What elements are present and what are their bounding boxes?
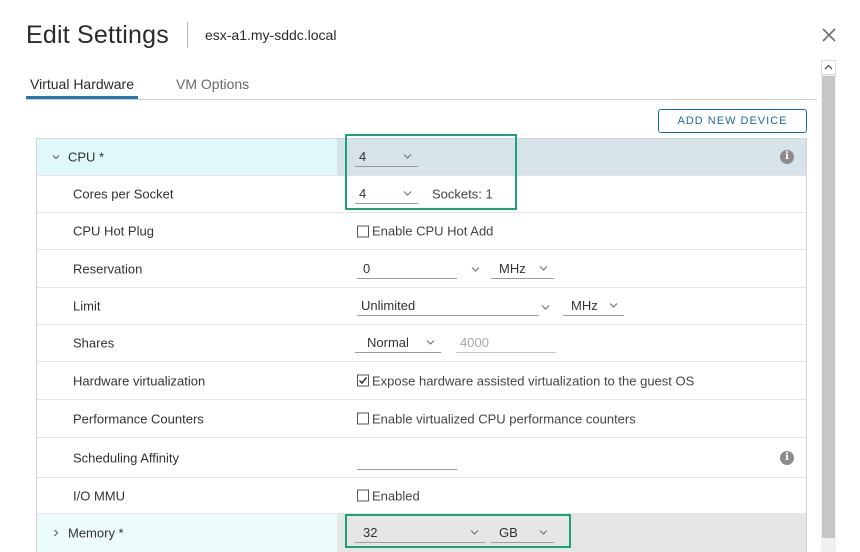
scheduling-affinity-row: Scheduling Affinity i [37,438,806,478]
cpu-hot-plug-row: CPU Hot Plug Enable CPU Hot Add [37,213,806,250]
reservation-unit-value: MHz [499,260,526,276]
reservation-row: Reservation 0 MHz [37,250,806,288]
chevron-down-icon[interactable] [471,266,480,273]
shares-row: Shares Normal 4000 [37,325,806,362]
scrollbar-thumb[interactable] [822,76,835,538]
cpu-label: CPU * [68,149,105,165]
hardware-virtualization-toggle[interactable]: Expose hardware assisted virtualization … [357,373,694,388]
performance-counters-checkbox-label: Enable virtualized CPU performance count… [372,411,636,426]
shares-level-value: Normal [367,335,409,350]
vertical-scrollbar[interactable] [821,60,836,552]
scroll-up-button[interactable] [821,60,836,75]
shares-value-input[interactable]: 4000 [456,333,556,353]
io-mmu-checkbox-label: Enabled [372,488,420,503]
host-name: esx-a1.my-sddc.local [204,27,337,43]
cpu-highlight-box [345,134,517,210]
limit-row: Limit Unlimited MHz [37,288,806,325]
title-divider [186,22,188,48]
info-icon[interactable]: i [780,150,794,164]
shares-value: 4000 [460,335,489,350]
cpu-hot-add-label: Enable CPU Hot Add [372,223,494,239]
scheduling-affinity-input[interactable] [357,450,457,470]
hardware-virtualization-row: Hardware virtualization Expose hardware … [37,362,806,400]
chevron-down-icon [539,265,548,271]
reservation-unit-select[interactable]: MHz [491,259,554,279]
io-mmu-toggle[interactable]: Enabled [357,488,420,503]
checkmark-icon [358,377,368,385]
scheduling-affinity-label: Scheduling Affinity [73,450,179,465]
chevron-down-icon[interactable] [51,152,61,162]
limit-value: Unlimited [361,298,416,313]
limit-input[interactable]: Unlimited [357,296,539,316]
hardware-virtualization-label: Hardware virtualization [73,373,206,388]
chevron-down-icon [609,303,618,308]
chevron-up-icon [824,64,833,70]
dialog-title: Edit Settings [26,20,169,49]
hardware-virtualization-checkbox[interactable] [357,374,369,387]
dialog-header: Edit Settings esx-a1.my-sddc.local [26,18,336,52]
shares-level-select[interactable]: Normal [355,333,441,353]
reservation-input[interactable]: 0 [357,259,457,279]
cpu-hot-add-toggle[interactable]: Enable CPU Hot Add [357,224,493,239]
chevron-down-icon[interactable] [541,304,550,311]
close-icon[interactable] [820,26,838,44]
hardware-virtualization-checkbox-label: Expose hardware assisted virtualization … [372,373,695,388]
io-mmu-label: I/O MMU [73,488,125,503]
cpu-hot-plug-label: CPU Hot Plug [73,223,154,239]
io-mmu-row: I/O MMU Enabled [37,478,806,514]
tab-virtual-hardware[interactable]: Virtual Hardware [25,76,139,99]
reservation-value: 0 [363,260,371,276]
cores-per-socket-label: Cores per Socket [73,186,174,202]
performance-counters-toggle[interactable]: Enable virtualized CPU performance count… [357,411,636,426]
shares-label: Shares [73,335,115,351]
tab-vm-options[interactable]: VM Options [176,76,249,92]
performance-counters-label: Performance Counters [73,411,204,426]
memory-highlight-box [345,514,571,548]
tab-bar: Virtual Hardware VM Options [25,70,817,100]
limit-unit-value: MHz [571,298,598,313]
performance-counters-row: Performance Counters Enable virtualized … [37,400,806,438]
chevron-right-icon[interactable] [51,528,61,538]
reservation-label: Reservation [73,261,143,276]
performance-counters-checkbox[interactable] [357,412,369,425]
cpu-hot-add-checkbox[interactable] [357,225,369,237]
chevron-down-icon [426,340,435,345]
io-mmu-checkbox[interactable] [357,489,369,502]
memory-label: Memory * [68,525,124,541]
limit-label: Limit [73,298,101,314]
limit-unit-select[interactable]: MHz [563,296,624,316]
info-icon[interactable]: i [780,450,794,465]
add-new-device-button[interactable]: ADD NEW DEVICE [658,109,807,133]
